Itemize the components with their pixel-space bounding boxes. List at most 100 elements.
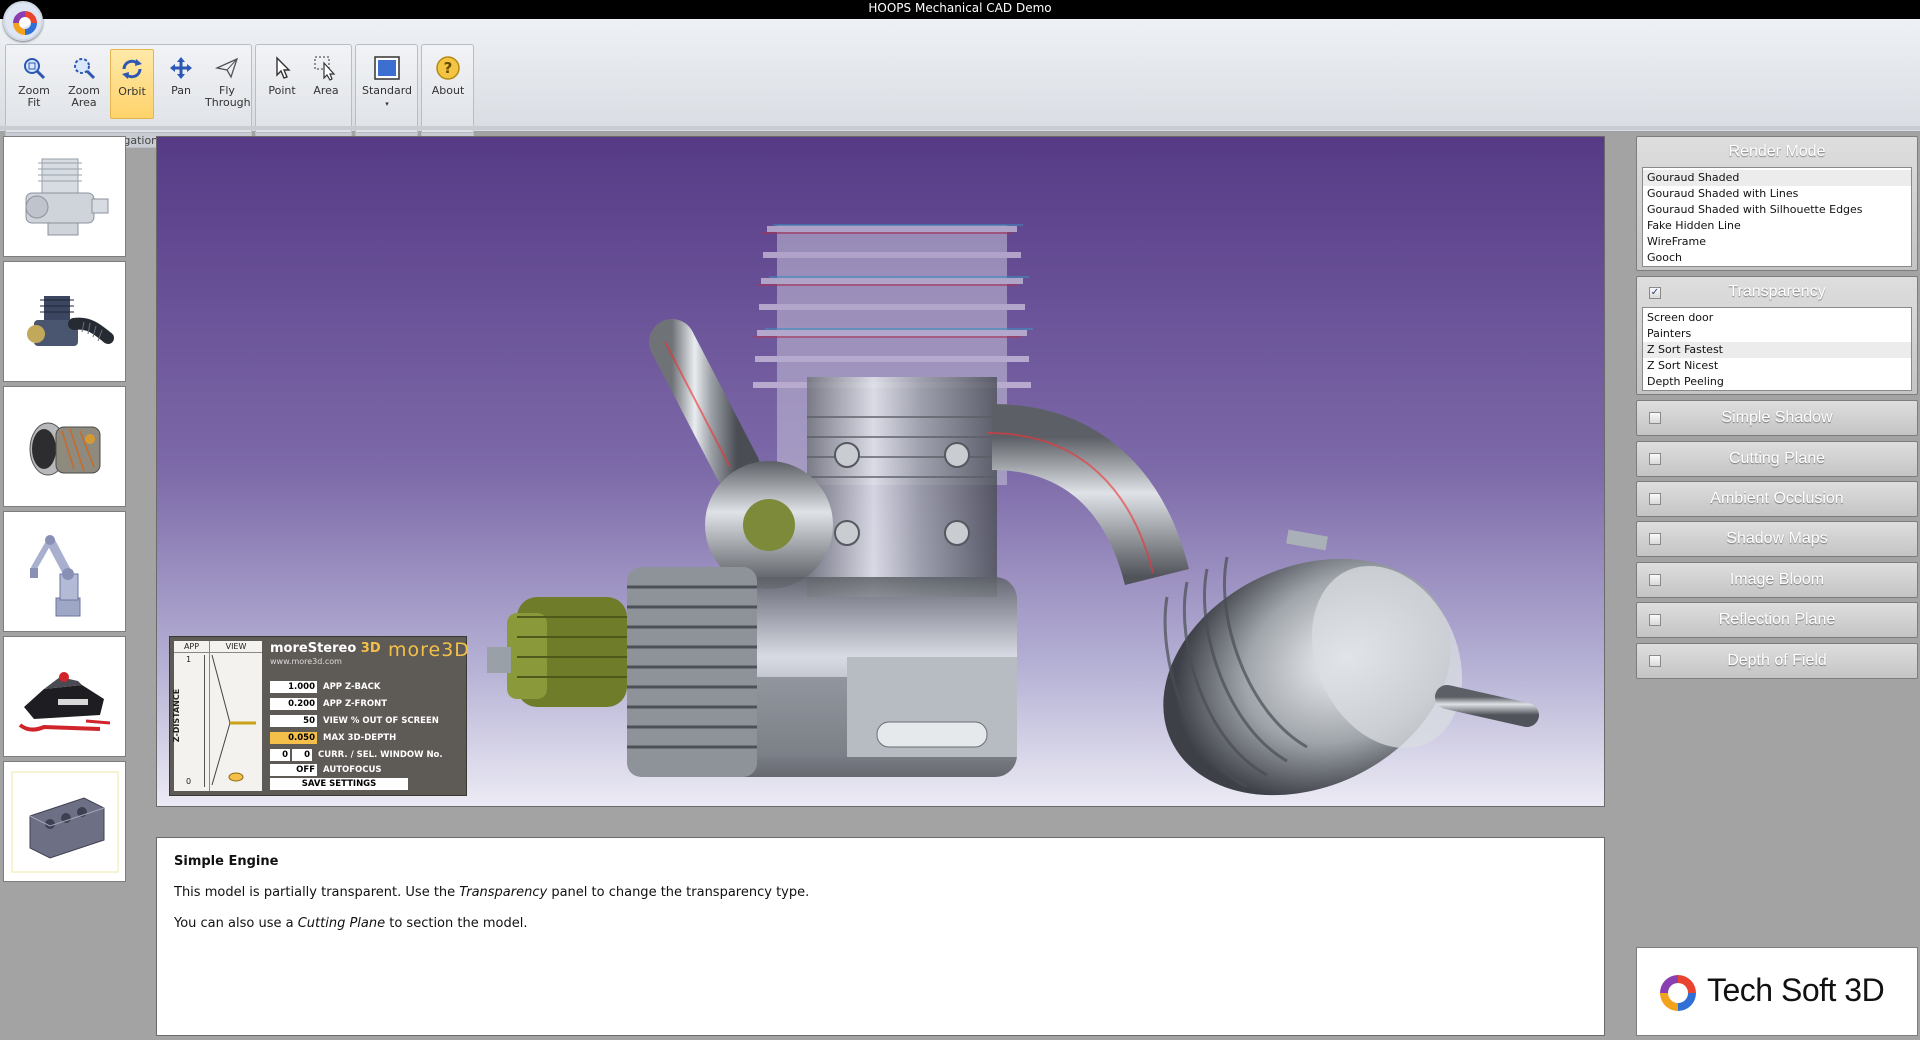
ambient-occlusion-checkbox[interactable] xyxy=(1649,493,1661,505)
gauge-z-distance-label: Z-DISTANCE xyxy=(172,688,182,743)
render-mode-option[interactable]: Gooch xyxy=(1643,250,1911,266)
transparency-option[interactable]: Z Sort Nicest xyxy=(1643,358,1911,374)
app-menu-logo-icon[interactable] xyxy=(3,1,43,41)
dropdown-arrow-icon: ▾ xyxy=(385,100,389,108)
description-line-2: You can also use a Cutting Plane to sect… xyxy=(174,916,1587,931)
image-bloom-panel[interactable]: Image Bloom xyxy=(1636,562,1918,598)
company-logo-box: Tech Soft 3D xyxy=(1636,947,1918,1036)
gauge-scale-top: 1 xyxy=(186,655,192,664)
ribbon-group-about: ? About xyxy=(421,44,474,148)
sel-window-field[interactable]: 0 xyxy=(292,749,312,761)
ambient-occlusion-header: Ambient Occlusion xyxy=(1637,482,1917,516)
robot-arm-thumb-icon xyxy=(30,535,81,617)
simple-shadow-checkbox[interactable] xyxy=(1649,412,1661,424)
techsoft3d-logo-text: Tech Soft 3D xyxy=(1707,972,1885,1008)
app-z-back-label: APP Z-BACK xyxy=(323,682,381,692)
reflection-plane-panel[interactable]: Reflection Plane xyxy=(1636,602,1918,638)
desc-text: to section the model. xyxy=(385,916,528,931)
depth-of-field-panel[interactable]: Depth of Field xyxy=(1636,643,1918,679)
window-title: HOOPS Mechanical CAD Demo xyxy=(868,1,1052,15)
view-out-of-screen-label: VIEW % OUT OF SCREEN xyxy=(323,716,439,726)
orbit-button[interactable]: Orbit xyxy=(110,49,154,119)
desc-text: You can also use a xyxy=(174,916,298,931)
transparency-panel: ✓ Transparency Screen door Painters Z So… xyxy=(1636,276,1918,395)
ribbon-group-layout: Standard ▾ Layout xyxy=(355,44,418,148)
ribbon-divider xyxy=(0,126,1920,130)
area-select-button[interactable]: Area xyxy=(304,49,348,119)
pan-button[interactable]: Pan xyxy=(159,49,203,119)
curr-window-field[interactable]: 0 xyxy=(270,749,290,761)
transparency-checkbox[interactable]: ✓ xyxy=(1649,287,1661,299)
transparency-list[interactable]: Screen door Painters Z Sort Fastest Z So… xyxy=(1642,307,1912,391)
transparency-option[interactable]: Depth Peeling xyxy=(1643,374,1911,390)
techsoft3d-logo-icon xyxy=(1660,975,1696,1011)
3d-viewport[interactable]: APP 1 0 Z-DISTANCE VIEW moreStereo 3D ww… xyxy=(156,136,1605,807)
orbit-label: Orbit xyxy=(118,85,146,98)
engine-block-thumb-icon xyxy=(11,771,119,873)
view-out-of-screen-field[interactable]: 50 xyxy=(270,715,317,727)
transparency-header: ✓ Transparency xyxy=(1637,277,1917,307)
max-3d-depth-field[interactable]: 0.050 xyxy=(270,732,317,744)
thumbnail-simple-engine[interactable] xyxy=(3,136,126,257)
zoom-area-button[interactable]: Zoom Area xyxy=(62,49,106,119)
render-mode-option[interactable]: Fake Hidden Line xyxy=(1643,218,1911,234)
thumbnail-engine-block[interactable] xyxy=(3,761,126,882)
paper-plane-icon xyxy=(214,57,239,79)
transparency-option[interactable]: Painters xyxy=(1643,326,1911,342)
model-thumbnail-strip xyxy=(3,136,127,886)
render-mode-list[interactable]: Gouraud Shaded Gouraud Shaded with Lines… xyxy=(1642,167,1912,267)
thumbnail-robot-arm[interactable] xyxy=(3,511,126,632)
thumbnail-turbine[interactable] xyxy=(3,386,126,507)
title-bar: HOOPS Mechanical CAD Demo xyxy=(0,0,1920,19)
about-button[interactable]: ? About xyxy=(426,49,470,119)
stereo-depth-gauge[interactable]: APP 1 0 Z-DISTANCE VIEW xyxy=(172,641,262,791)
cutting-plane-checkbox[interactable] xyxy=(1649,453,1661,465)
render-mode-title: Render Mode xyxy=(1728,143,1826,160)
app-z-front-label: APP Z-FRONT xyxy=(323,699,388,709)
image-bloom-checkbox[interactable] xyxy=(1649,574,1661,586)
shadow-maps-panel[interactable]: Shadow Maps xyxy=(1636,521,1918,557)
save-settings-button[interactable]: SAVE SETTINGS xyxy=(270,778,408,790)
render-mode-option[interactable]: WireFrame xyxy=(1643,234,1911,250)
svg-text:?: ? xyxy=(444,59,453,77)
render-mode-option[interactable]: Gouraud Shaded xyxy=(1643,170,1911,186)
standard-layout-label: Standard xyxy=(361,84,413,97)
image-bloom-header: Image Bloom xyxy=(1637,563,1917,597)
point-select-button[interactable]: Point xyxy=(260,49,304,119)
app-z-back-field[interactable]: 1.000 xyxy=(270,681,317,693)
ambient-occlusion-panel[interactable]: Ambient Occlusion xyxy=(1636,481,1918,517)
render-mode-option[interactable]: Gouraud Shaded with Lines xyxy=(1643,186,1911,202)
reflection-plane-header: Reflection Plane xyxy=(1637,603,1917,637)
thumbnail-engine-exhaust[interactable] xyxy=(3,261,126,382)
stereo-settings-overlay: APP 1 0 Z-DISTANCE VIEW moreStereo 3D ww… xyxy=(169,636,469,796)
shadow-maps-label: Shadow Maps xyxy=(1726,530,1828,547)
gauge-view-header: VIEW xyxy=(210,641,262,653)
depth-of-field-checkbox[interactable] xyxy=(1649,655,1661,667)
depth-of-field-header: Depth of Field xyxy=(1637,644,1917,678)
autofocus-toggle[interactable]: OFF xyxy=(270,764,317,776)
stereo-title-a: moreStereo xyxy=(270,641,357,656)
standard-layout-button[interactable]: Standard ▾ xyxy=(360,49,414,119)
thumbnail-snowmobile[interactable] xyxy=(3,636,126,757)
reflection-plane-checkbox[interactable] xyxy=(1649,614,1661,626)
stereo-row-autofocus: OFF AUTOFOCUS xyxy=(270,764,382,777)
ambient-occlusion-label: Ambient Occlusion xyxy=(1710,490,1844,507)
render-mode-panel: Render Mode Gouraud Shaded Gouraud Shade… xyxy=(1636,136,1918,271)
stereo-row-view-out: 50 VIEW % OUT OF SCREEN xyxy=(270,715,439,728)
transparency-option[interactable]: Z Sort Fastest xyxy=(1643,342,1911,358)
model-description-panel: Simple Engine This model is partially tr… xyxy=(156,837,1605,1036)
transparency-option[interactable]: Screen door xyxy=(1643,310,1911,326)
app-z-front-field[interactable]: 0.200 xyxy=(270,698,317,710)
fly-through-button[interactable]: Fly Through xyxy=(205,49,251,119)
zoom-fit-button[interactable]: Zoom Fit xyxy=(12,49,56,119)
shadow-maps-checkbox[interactable] xyxy=(1649,533,1661,545)
window-no-label: CURR. / SEL. WINDOW No. xyxy=(318,750,443,760)
cutting-plane-panel[interactable]: Cutting Plane xyxy=(1636,441,1918,477)
desc-text: panel to change the transparency type. xyxy=(547,885,810,900)
model-title: Simple Engine xyxy=(174,854,279,869)
ribbon: Zoom Fit Zoom Area Orbit Pan Fly Through… xyxy=(0,19,1920,148)
simple-shadow-panel[interactable]: Simple Shadow xyxy=(1636,400,1918,436)
render-mode-option[interactable]: Gouraud Shaded with Silhouette Edges xyxy=(1643,202,1911,218)
pan-icon xyxy=(170,57,192,79)
engine-thumb-icon xyxy=(27,296,114,346)
